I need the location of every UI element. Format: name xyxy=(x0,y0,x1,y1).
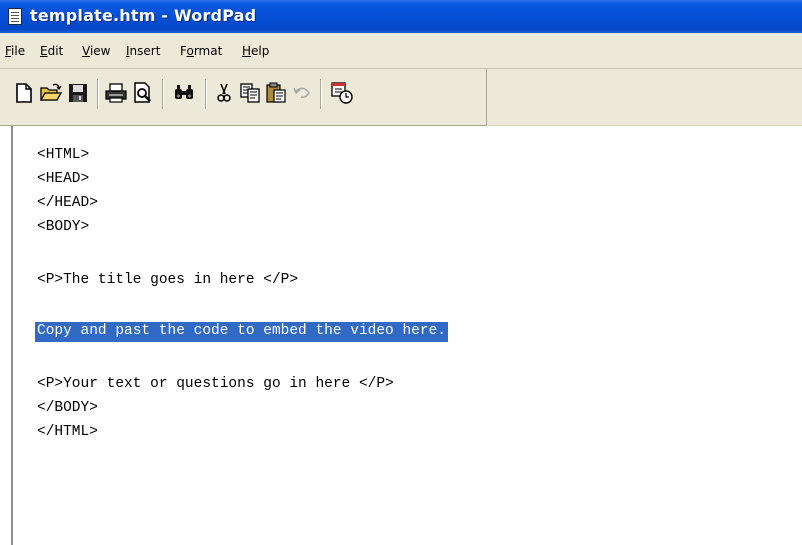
copy-icon[interactable] xyxy=(238,81,262,105)
open-icon[interactable] xyxy=(39,81,63,105)
document-line[interactable]: </BODY> xyxy=(37,400,98,417)
document-left-border xyxy=(11,126,13,545)
insert-datetime-icon[interactable] xyxy=(330,81,354,105)
toolbar-empty-area xyxy=(487,69,802,126)
menu-view[interactable]: View xyxy=(82,44,110,58)
paste-icon[interactable] xyxy=(264,81,288,105)
save-icon[interactable] xyxy=(66,81,90,105)
toolbar-separator xyxy=(320,79,322,109)
cut-icon[interactable] xyxy=(212,81,236,105)
document-line[interactable]: <P>Your text or questions go in here </P… xyxy=(37,376,394,393)
selected-text-line[interactable]: Copy and past the code to embed the vide… xyxy=(35,322,448,342)
menu-help[interactable]: Help xyxy=(242,44,269,58)
document-line[interactable]: <HTML> xyxy=(37,147,89,164)
menu-insert[interactable]: Insert xyxy=(126,44,160,58)
toolbar-separator xyxy=(162,79,164,109)
document-line[interactable]: <P>The title goes in here </P> xyxy=(37,272,298,289)
document-line[interactable]: </HEAD> xyxy=(37,195,98,212)
print-icon[interactable] xyxy=(104,81,128,105)
window-title: template.htm - WordPad xyxy=(30,6,257,25)
menu-file[interactable]: File xyxy=(5,44,25,58)
toolbar-separator xyxy=(97,79,99,109)
document-line[interactable]: </HTML> xyxy=(37,424,98,441)
menu-bar: File Edit View Insert Format Help xyxy=(0,33,802,69)
wordpad-document-icon[interactable] xyxy=(8,8,22,25)
find-icon[interactable] xyxy=(172,81,196,105)
toolbar-separator xyxy=(205,79,207,109)
print-preview-icon[interactable] xyxy=(131,81,155,105)
document-line[interactable]: <HEAD> xyxy=(37,171,89,188)
toolbar xyxy=(0,69,487,126)
menu-edit[interactable]: Edit xyxy=(40,44,63,58)
title-bar[interactable]: template.htm - WordPad xyxy=(0,0,802,33)
undo-icon[interactable] xyxy=(290,81,314,105)
document-line[interactable]: <BODY> xyxy=(37,219,89,236)
new-icon[interactable] xyxy=(12,81,36,105)
menu-format[interactable]: Format xyxy=(180,44,222,58)
